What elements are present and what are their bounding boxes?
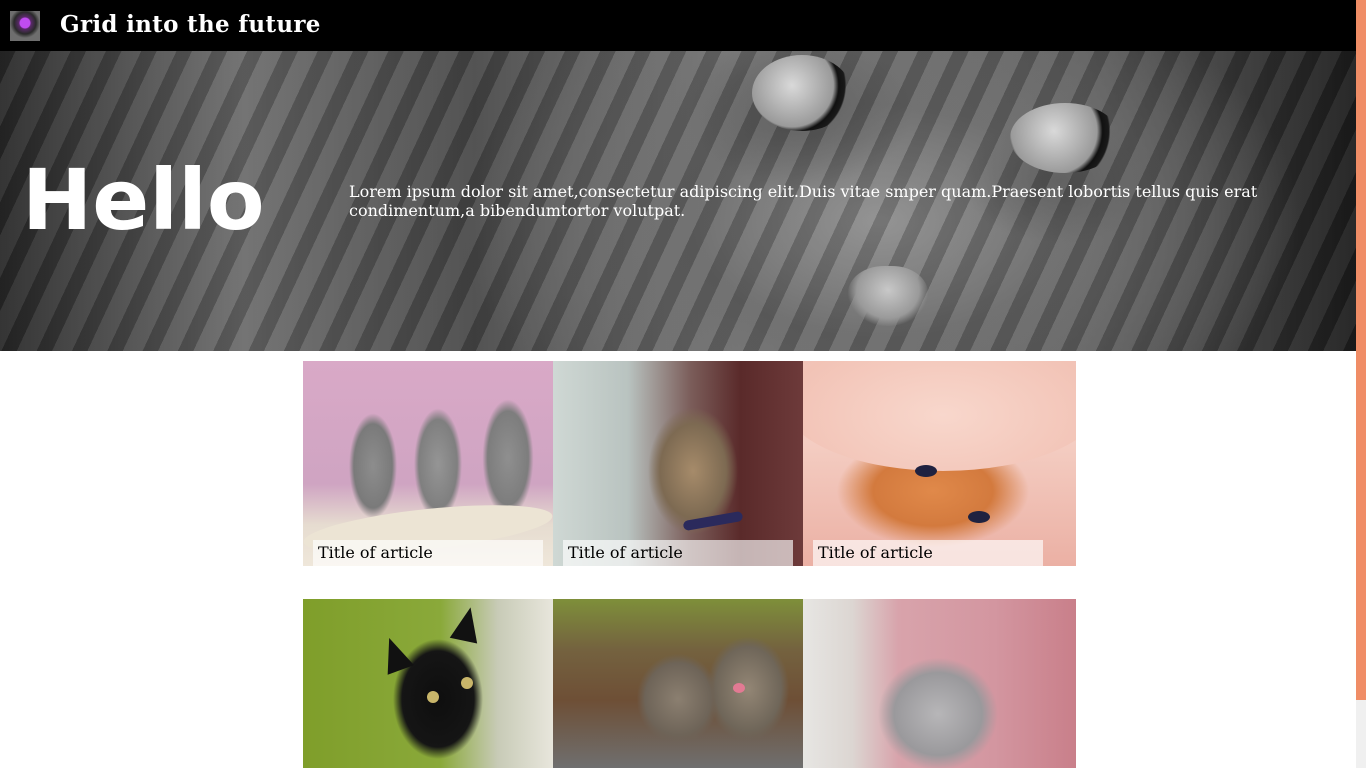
scrollbar-thumb[interactable] [1356, 0, 1366, 700]
cat-eye [427, 691, 439, 703]
article-card[interactable]: Title of article [553, 361, 803, 566]
black-cat-image [373, 609, 503, 768]
hero-banner: Hello Lorem ipsum dolor sit amet,consect… [0, 51, 1356, 351]
article-card[interactable] [303, 599, 553, 768]
hero-cat-eye [752, 55, 852, 131]
article-card[interactable]: Title of article [803, 361, 1076, 566]
two-tabby-kittens-image [603, 619, 803, 768]
article-card[interactable]: Title of article [303, 361, 553, 566]
article-card[interactable] [803, 599, 1076, 768]
hero-cat-eye [1010, 103, 1120, 173]
top-bar: Grid into the future [0, 0, 1356, 51]
crystal-ball-icon[interactable] [10, 11, 40, 41]
article-title[interactable]: Title of article [313, 540, 543, 566]
kitten-tongue [733, 683, 745, 693]
kitten-eye [915, 465, 937, 477]
hero-heading: Hello [22, 151, 265, 249]
hero-cat-nose [848, 266, 928, 326]
grey-fluffy-kitten-image [843, 624, 1033, 768]
article-title[interactable]: Title of article [563, 540, 793, 566]
page-scrollbar[interactable] [1356, 0, 1366, 768]
pink-towel [803, 361, 1076, 471]
tabby-cat-image [633, 386, 753, 556]
article-card[interactable] [553, 599, 803, 768]
kitten-eye [968, 511, 990, 523]
site-title[interactable]: Grid into the future [60, 10, 321, 40]
hero-text: Lorem ipsum dolor sit amet,consectetur a… [349, 182, 1258, 220]
article-title[interactable]: Title of article [813, 540, 1043, 566]
cat-eye [461, 677, 473, 689]
